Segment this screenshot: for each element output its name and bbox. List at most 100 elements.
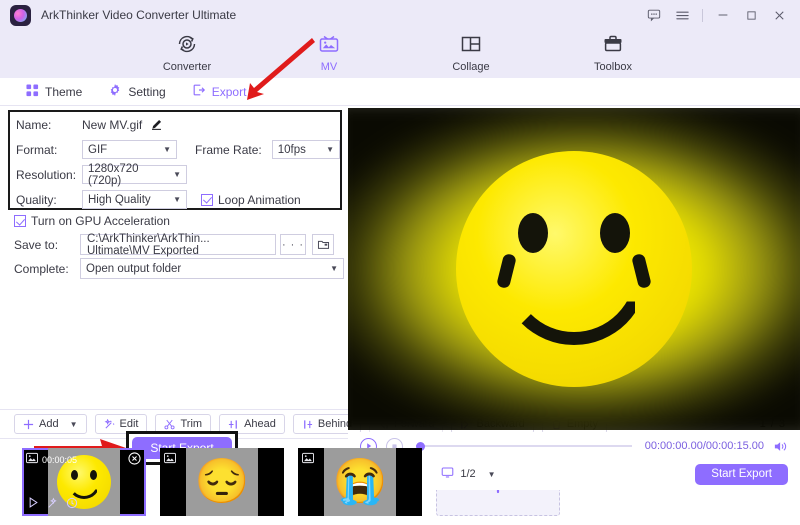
browse-button[interactable]: · · · <box>280 234 306 255</box>
left-eye <box>518 213 548 253</box>
grid-icon <box>26 83 39 100</box>
progress-slider[interactable] <box>416 441 632 451</box>
thumbnail-emoji: 😔 <box>194 457 250 506</box>
format-value: GIF <box>88 143 108 156</box>
folder-icon[interactable] <box>312 234 334 255</box>
format-select[interactable]: GIF ▼ <box>82 140 178 159</box>
monitor-icon <box>441 466 454 482</box>
toolbar-label: Behind <box>317 418 353 430</box>
quality-label: Quality: <box>16 192 57 207</box>
volume-icon[interactable] <box>773 439 788 454</box>
clock-icon[interactable] <box>66 497 78 512</box>
nav-item-collage[interactable]: Collage <box>428 32 514 73</box>
chevron-down-icon: ▼ <box>330 264 338 273</box>
tab-label: Theme <box>45 84 83 99</box>
complete-label: Complete: <box>14 261 69 276</box>
zoom-value: 1/2 <box>460 468 476 480</box>
quality-row: Quality: High Quality ▼ Loop Animation <box>10 187 340 212</box>
resolution-select[interactable]: 1280x720 (720p) ▼ <box>82 163 187 187</box>
thumbnail-bottom-left <box>27 496 78 512</box>
complete-row: Complete: Open output folder ▼ <box>8 256 344 281</box>
preview-smiley-face <box>456 151 692 387</box>
quality-select[interactable]: High Quality ▼ <box>82 190 187 209</box>
save-to-label: Save to: <box>14 237 59 252</box>
thumbnail-clip-2[interactable]: 😔 <box>160 448 284 516</box>
mouth <box>500 259 648 345</box>
gear-icon <box>108 83 122 100</box>
checkbox-icon <box>14 215 26 227</box>
zoom-control[interactable]: 1/2 ▼ <box>441 466 496 482</box>
chevron-down-icon: ▼ <box>163 145 172 154</box>
speech-bubble-icon[interactable] <box>641 2 667 28</box>
play-triangle-icon[interactable] <box>27 496 40 512</box>
chevron-down-icon: ▼ <box>173 195 181 204</box>
toolbar-label: Add <box>39 418 59 430</box>
title-bar: ArkThinker Video Converter Ultimate <box>0 0 800 30</box>
image-icon <box>26 452 38 467</box>
insert-ahead-icon <box>228 419 239 430</box>
complete-select[interactable]: Open output folder ▼ <box>80 258 344 279</box>
nav-item-converter[interactable]: Converter <box>144 32 230 73</box>
format-label: Format: <box>16 142 58 157</box>
tab-theme[interactable]: Theme <box>26 83 83 100</box>
tab-export[interactable]: Export <box>192 83 247 100</box>
wand-icon[interactable] <box>47 497 59 512</box>
tab-label: Export <box>211 84 247 99</box>
video-preview[interactable] <box>348 108 800 430</box>
name-row: Name: New MV.gif <box>10 112 340 137</box>
tab-setting[interactable]: Setting <box>108 83 166 100</box>
plus-icon <box>23 419 34 430</box>
converter-icon <box>175 32 199 59</box>
left-eye <box>71 470 78 480</box>
main-navigation: Converter MV Collage Toolbox <box>0 30 800 78</box>
save-to-value: C:\ArkThinker\ArkThin... Ultimate\MV Exp… <box>87 232 210 257</box>
nav-label: Toolbox <box>594 61 632 73</box>
gpu-acceleration-checkbox[interactable]: Turn on GPU Acceleration <box>14 214 170 228</box>
resolution-row: Resolution: 1280x720 (720p) ▼ <box>10 162 340 187</box>
nav-label: Converter <box>162 61 212 73</box>
toolbar-label: Ahead <box>244 418 276 430</box>
chevron-down-icon: ▼ <box>487 469 496 479</box>
thumbnail-clip-3[interactable]: 😭 <box>298 448 422 516</box>
toolbar-label: Edit <box>119 418 139 430</box>
export-settings-pane: Name: New MV.gif Format: GIF ▼ Frame Rat… <box>0 106 348 465</box>
mv-icon <box>317 32 341 59</box>
maximize-icon[interactable] <box>738 2 764 28</box>
thumbnail-top-left <box>164 452 176 467</box>
right-eye <box>90 470 97 480</box>
name-label: Name: <box>16 117 52 132</box>
right-eye <box>600 213 630 253</box>
close-circle-icon[interactable] <box>128 452 141 468</box>
magic-wand-icon <box>104 418 115 430</box>
preview-pane: 00:00:00.00/00:00:15.00 16:9 ▼ <box>247 38 800 490</box>
main-body: Name: New MV.gif Format: GIF ▼ Frame Rat… <box>0 38 800 490</box>
toolbox-icon <box>601 32 625 59</box>
close-icon[interactable] <box>766 2 792 28</box>
export-settings-highlight-box: Name: New MV.gif Format: GIF ▼ Frame Rat… <box>8 110 342 210</box>
application-window: ArkThinker Video Converter Ultimate Conv… <box>0 0 800 525</box>
nav-label: Collage <box>452 61 490 73</box>
minimize-icon[interactable] <box>710 2 736 28</box>
thumbnail-clip-1[interactable]: 00:00:05 <box>22 448 146 516</box>
sub-tab-bar: Theme Setting Export <box>0 78 800 106</box>
player-start-export-button[interactable]: Start Export <box>695 463 788 485</box>
complete-value: Open output folder <box>86 262 182 275</box>
collage-icon <box>459 32 483 59</box>
hamburger-menu-icon[interactable] <box>669 2 695 28</box>
frame-rate-value: 10fps <box>277 143 306 156</box>
toolbar-button-add[interactable]: Add ▼ <box>14 414 87 434</box>
thumbnail-top-left <box>302 452 314 467</box>
loop-animation-checkbox[interactable]: Loop Animation <box>201 193 301 207</box>
frame-rate-select[interactable]: 10fps ▼ <box>271 140 340 159</box>
name-value: New MV.gif <box>82 117 143 132</box>
thumbnail-emoji: 😭 <box>332 457 388 506</box>
nav-item-mv[interactable]: MV <box>286 32 372 73</box>
save-to-row: Save to: C:\ArkThinker\ArkThin... Ultima… <box>8 232 344 257</box>
save-to-path[interactable]: C:\ArkThinker\ArkThin... Ultimate\MV Exp… <box>80 232 276 257</box>
frame-rate-label: Frame Rate: <box>195 142 262 157</box>
export-icon <box>192 83 206 100</box>
nav-item-toolbox[interactable]: Toolbox <box>570 32 656 73</box>
loop-animation-label: Loop Animation <box>218 192 301 207</box>
pencil-icon[interactable] <box>150 118 163 131</box>
tab-label: Setting <box>128 84 166 99</box>
